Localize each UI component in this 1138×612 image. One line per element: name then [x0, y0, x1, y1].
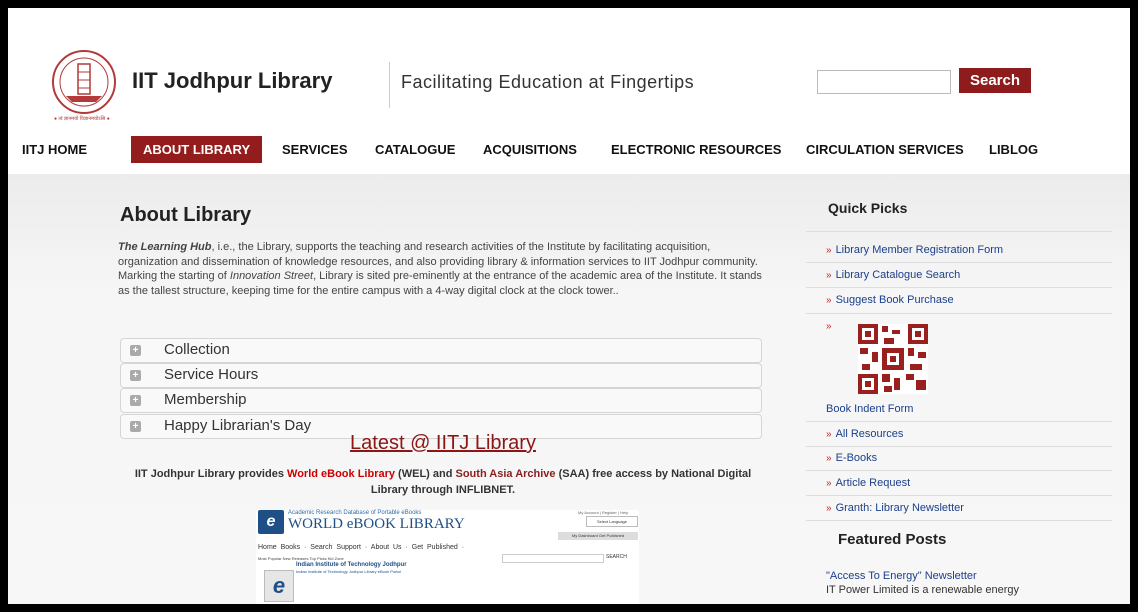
- svg-text:● त्वं ज्ञानमयो विज्ञानमयोऽसि: ● त्वं ज्ञानमयो विज्ञानमयोऽसि ●: [54, 115, 110, 122]
- wel-submenu: Most Popular New Releases Top Picks Kid …: [258, 556, 344, 561]
- search-input[interactable]: [817, 70, 951, 94]
- wel-language-select: Select Language: [586, 516, 638, 527]
- accordion-label: Membership: [164, 391, 247, 408]
- saa-link[interactable]: South Asia Archive: [456, 468, 556, 480]
- nav-item-iitj-home[interactable]: IITJ HOME: [22, 142, 87, 157]
- divider: [806, 287, 1112, 288]
- accordion-service-hours[interactable]: + Service Hours: [120, 363, 762, 388]
- wel-search-button: SEARCH: [606, 554, 627, 560]
- wel-banner-image[interactable]: e Academic Research Database of Portable…: [256, 510, 639, 604]
- qr-code-image[interactable]: [858, 324, 928, 394]
- divider: [806, 231, 1112, 232]
- double-chevron-icon: »: [826, 503, 832, 514]
- quick-pick-label: E-Books: [835, 452, 878, 464]
- nav-item-circulation-services[interactable]: CIRCULATION SERVICES: [806, 142, 964, 157]
- sidebar: Quick Picks » Library Member Registration…: [806, 178, 1112, 604]
- latest-heading-link[interactable]: Latest @ IITJ Library: [118, 432, 768, 455]
- double-chevron-icon: »: [826, 429, 832, 440]
- provides-text-2: (WEL) and: [395, 468, 456, 480]
- quick-pick-label: Granth: Library Newsletter: [835, 502, 964, 514]
- double-chevron-icon: »: [826, 245, 832, 256]
- accordion-label: Collection: [164, 341, 230, 358]
- divider: [806, 313, 1112, 314]
- wel-institute-sub: Indian Institute of Technology Jodhpur L…: [296, 569, 401, 574]
- quick-pick-granth-newsletter[interactable]: » Granth: Library Newsletter: [826, 502, 964, 514]
- provides-text: IIT Jodhpur Library provides World eBook…: [118, 466, 768, 498]
- wel-menu: Home Books · Search Support · About Us ·…: [258, 544, 465, 551]
- wel-search-box: [502, 554, 604, 563]
- quick-pick-label: Library Member Registration Form: [835, 244, 1004, 256]
- wel-logo-icon: e: [258, 510, 284, 534]
- accordion-membership[interactable]: + Membership: [120, 388, 762, 413]
- nav-item-electronic-resources[interactable]: ELECTRONIC RESOURCES: [611, 142, 781, 157]
- ebook-icon: e: [264, 570, 294, 602]
- featured-post-excerpt: IT Power Limited is a renewable energy: [826, 584, 1020, 596]
- wel-account-links: My Account | Register | Help: [578, 510, 629, 515]
- wel-institute: Indian Institute of Technology Jodhpur: [296, 562, 407, 568]
- site-tagline: Facilitating Education at Fingertips: [401, 72, 695, 92]
- quick-pick-label: All Resources: [835, 428, 904, 440]
- book-indent-form-link[interactable]: Book Indent Form: [826, 403, 913, 415]
- quick-pick-label: Suggest Book Purchase: [835, 294, 954, 306]
- double-chevron-icon: »: [826, 321, 832, 332]
- nav-item-acquisitions[interactable]: ACQUISITIONS: [483, 142, 577, 157]
- nav-item-catalogue[interactable]: CATALOGUE: [375, 142, 455, 157]
- divider: [806, 446, 1112, 447]
- expand-icon: +: [130, 370, 141, 381]
- qr-caption: Book Indent Form: [826, 403, 914, 415]
- browser-page: ● त्वं ज्ञानमयो विज्ञानमयोऽसि ● IIT Jodh…: [8, 8, 1130, 604]
- divider: [806, 520, 1112, 521]
- expand-icon: +: [130, 395, 141, 406]
- accordion-label: Service Hours: [164, 366, 259, 383]
- site-header: ● त्वं ज्ञानमयो विज्ञानमयोऽसि ● IIT Jodh…: [8, 8, 1130, 128]
- divider: [806, 470, 1112, 471]
- quick-picks-title: Quick Picks: [828, 200, 908, 216]
- divider: [806, 262, 1112, 263]
- accordion-collection[interactable]: + Collection: [120, 338, 762, 363]
- quick-pick-all-resources[interactable]: » All Resources: [826, 428, 903, 440]
- wel-title: WORLD eBOOK LIBRARY: [288, 516, 465, 532]
- double-chevron-icon: »: [826, 295, 832, 306]
- intro-lead: The Learning Hub: [118, 241, 212, 253]
- divider: [806, 495, 1112, 496]
- provides-text-1: IIT Jodhpur Library provides: [134, 468, 288, 480]
- wel-dashboard: My Dashboard Get Published: [558, 532, 638, 540]
- quick-pick-member-registration[interactable]: » Library Member Registration Form: [826, 244, 1003, 256]
- double-chevron-icon: »: [826, 453, 832, 464]
- quick-pick-ebooks[interactable]: » E-Books: [826, 452, 877, 464]
- page-title: About Library: [120, 204, 252, 226]
- quick-pick-suggest-book[interactable]: » Suggest Book Purchase: [826, 294, 954, 306]
- featured-posts-title: Featured Posts: [838, 531, 947, 548]
- divider: [806, 421, 1112, 422]
- quick-pick-label: Library Catalogue Search: [835, 269, 961, 281]
- search-button[interactable]: Search: [959, 68, 1031, 93]
- iitj-logo: ● त्वं ज्ञानमयो विज्ञानमयोऽसि ●: [52, 50, 116, 122]
- featured-post-link[interactable]: "Access To Energy" Newsletter: [826, 570, 977, 582]
- expand-icon: +: [130, 345, 141, 356]
- wel-link[interactable]: World eBook Library: [287, 468, 395, 480]
- intro-paragraph: The Learning Hub, i.e., the Library, sup…: [118, 240, 768, 298]
- main-nav: IITJ HOME ABOUT LIBRARY SERVICES CATALOG…: [8, 136, 1130, 172]
- quick-pick-label: Article Request: [835, 477, 911, 489]
- quick-pick-catalogue-search[interactable]: » Library Catalogue Search: [826, 269, 960, 281]
- expand-icon: +: [130, 421, 141, 432]
- nav-item-liblog[interactable]: LIBLOG: [989, 142, 1038, 157]
- nav-item-about-library[interactable]: ABOUT LIBRARY: [131, 136, 263, 163]
- double-chevron-icon: »: [826, 270, 832, 281]
- quick-pick-article-request[interactable]: » Article Request: [826, 477, 910, 489]
- title-divider: [389, 62, 390, 108]
- intro-emphasis: Innovation Street: [229, 270, 314, 283]
- nav-item-services[interactable]: SERVICES: [282, 142, 348, 157]
- double-chevron-icon: »: [826, 478, 832, 489]
- qr-arrow: »: [826, 320, 836, 332]
- site-title[interactable]: IIT Jodhpur Library: [132, 68, 332, 94]
